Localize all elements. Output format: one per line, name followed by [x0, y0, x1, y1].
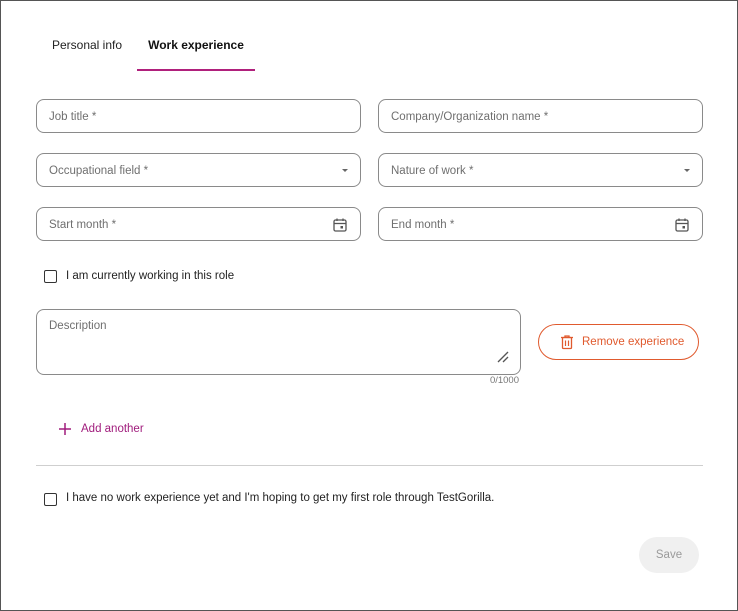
save-button[interactable]: Save	[639, 537, 699, 573]
no-experience-label: I have no work experience yet and I'm ho…	[66, 492, 495, 504]
remove-experience-button[interactable]: Remove experience	[538, 324, 699, 360]
occupational-field-label: Occupational field *	[49, 165, 149, 177]
start-month-field[interactable]: Start month *	[36, 207, 361, 241]
company-label: Company/Organization name *	[391, 111, 549, 123]
tab-personal-info[interactable]: Personal info	[37, 29, 137, 69]
trash-icon	[561, 335, 573, 350]
nature-of-work-select[interactable]: Nature of work *	[378, 153, 703, 187]
company-field[interactable]: Company/Organization name *	[378, 99, 703, 133]
divider	[36, 465, 703, 466]
end-month-field[interactable]: End month *	[378, 207, 703, 241]
calendar-icon[interactable]	[674, 217, 690, 233]
job-title-label: Job title *	[49, 111, 97, 123]
occupational-field-select[interactable]: Occupational field *	[36, 153, 361, 187]
nature-of-work-label: Nature of work *	[391, 165, 474, 177]
tab-work-experience[interactable]: Work experience	[137, 29, 255, 71]
description-textarea[interactable]: Description	[36, 309, 521, 375]
currently-working-label: I am currently working in this role	[66, 270, 235, 282]
currently-working-checkbox[interactable]	[44, 270, 57, 283]
plus-icon	[59, 423, 71, 435]
description-label: Description	[49, 320, 107, 332]
chevron-down-icon	[342, 169, 348, 172]
end-month-label: End month *	[391, 219, 455, 231]
no-experience-checkbox[interactable]	[44, 493, 57, 506]
resize-handle-icon[interactable]	[496, 350, 510, 364]
remove-experience-label: Remove experience	[582, 336, 685, 348]
start-month-label: Start month *	[49, 219, 117, 231]
job-title-field[interactable]: Job title *	[36, 99, 361, 133]
description-char-counter: 0/1000	[489, 375, 519, 386]
chevron-down-icon	[684, 169, 690, 172]
work-experience-form: Personal info Work experience Job title …	[0, 0, 738, 611]
add-another-label: Add another	[81, 423, 144, 435]
calendar-icon[interactable]	[332, 217, 348, 233]
tab-bar: Personal info Work experience	[37, 29, 277, 71]
